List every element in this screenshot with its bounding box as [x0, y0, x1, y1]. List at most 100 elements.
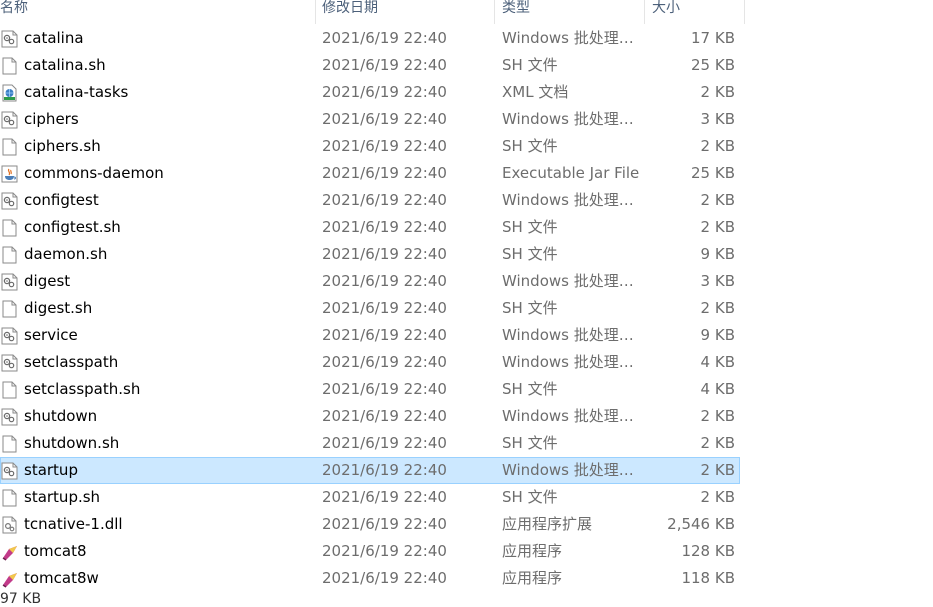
file-name: setclasspath.sh [24, 380, 141, 398]
file-row[interactable]: setclasspath.sh 2021/6/19 22:40 SH 文件 4 KB [0, 376, 740, 403]
file-row[interactable]: digest 2021/6/19 22:40 Windows 批处理… 3 KB [0, 268, 740, 295]
file-type: Windows 批处理… [502, 407, 634, 425]
file-size: 9 KB [700, 326, 735, 344]
file-row[interactable]: catalina-tasks 2021/6/19 22:40 XML 文档 2 KB [0, 79, 740, 106]
column-divider[interactable] [315, 0, 316, 24]
file-row[interactable]: setclasspath 2021/6/19 22:40 Windows 批处理… 4… [0, 349, 740, 376]
file-type: SH 文件 [502, 434, 558, 452]
file-type: XML 文档 [502, 83, 569, 101]
file-name: digest [24, 272, 71, 290]
file-modified-date: 2021/6/19 22:40 [322, 353, 447, 371]
batch-file-icon [1, 30, 18, 48]
file-type: Windows 批处理… [502, 272, 634, 290]
file-size: 2,546 KB [667, 515, 735, 533]
column-header-size[interactable]: 大小 [652, 0, 744, 24]
batch-file-icon [1, 408, 18, 426]
file-row[interactable]: shutdown 2021/6/19 22:40 Windows 批处理… 2 KB [0, 403, 740, 430]
file-row[interactable]: tomcat8 2021/6/19 22:40 应用程序 128 KB [0, 538, 740, 565]
file-size: 4 KB [700, 353, 735, 371]
file-type: Windows 批处理… [502, 29, 634, 47]
file-row[interactable]: catalina.sh 2021/6/19 22:40 SH 文件 25 KB [0, 52, 740, 79]
file-size: 128 KB [681, 542, 735, 560]
file-modified-date: 2021/6/19 22:40 [322, 407, 447, 425]
file-row[interactable]: configtest.sh 2021/6/19 22:40 SH 文件 2 KB [0, 214, 740, 241]
column-divider[interactable] [494, 0, 495, 24]
file-type: 应用程序 [502, 569, 563, 587]
file-name: commons-daemon [24, 164, 164, 182]
file-row[interactable]: ciphers 2021/6/19 22:40 Windows 批处理… 3 KB [0, 106, 740, 133]
file-modified-date: 2021/6/19 22:40 [322, 380, 447, 398]
file-name: shutdown [24, 407, 98, 425]
file-modified-date: 2021/6/19 22:40 [322, 569, 447, 587]
file-name: service [24, 326, 78, 344]
batch-file-icon [1, 111, 18, 129]
file-size: 2 KB [700, 218, 735, 236]
file-modified-date: 2021/6/19 22:40 [322, 515, 447, 533]
file-modified-date: 2021/6/19 22:40 [322, 434, 447, 452]
file-name: configtest [24, 191, 99, 209]
dll-file-icon [1, 516, 18, 534]
batch-file-icon [1, 273, 18, 291]
file-type: Executable Jar File [502, 164, 640, 182]
file-name: tomcat8 [24, 542, 87, 560]
file-type: SH 文件 [502, 488, 558, 506]
blank-file-icon [1, 435, 18, 453]
file-modified-date: 2021/6/19 22:40 [322, 29, 447, 47]
tomcat-app-icon [1, 543, 18, 561]
file-name: catalina [24, 29, 84, 47]
file-modified-date: 2021/6/19 22:40 [322, 326, 447, 344]
file-modified-date: 2021/6/19 22:40 [322, 83, 447, 101]
blank-file-icon [1, 138, 18, 156]
file-type: 应用程序扩展 [502, 515, 593, 533]
file-row[interactable]: digest.sh 2021/6/19 22:40 SH 文件 2 KB [0, 295, 740, 322]
file-row[interactable]: daemon.sh 2021/6/19 22:40 SH 文件 9 KB [0, 241, 740, 268]
batch-file-icon [1, 462, 18, 480]
file-type: SH 文件 [502, 56, 558, 74]
file-row[interactable]: catalina 2021/6/19 22:40 Windows 批处理… 17 KB [0, 25, 740, 52]
file-row[interactable]: service 2021/6/19 22:40 Windows 批处理… 9 KB [0, 322, 740, 349]
column-divider[interactable] [744, 0, 745, 24]
file-row[interactable]: shutdown.sh 2021/6/19 22:40 SH 文件 2 KB [0, 430, 740, 457]
file-row[interactable]: startup 2021/6/19 22:40 Windows 批处理… 2 KB [0, 457, 740, 484]
java-jar-icon [1, 165, 18, 183]
file-name: tcnative-1.dll [24, 515, 123, 533]
file-type: SH 文件 [502, 218, 558, 236]
file-modified-date: 2021/6/19 22:40 [322, 299, 447, 317]
column-header-bar: 名称 修改日期 类型 大小 [0, 0, 745, 24]
file-type: SH 文件 [502, 380, 558, 398]
blank-file-icon [1, 246, 18, 264]
file-modified-date: 2021/6/19 22:40 [322, 272, 447, 290]
file-name: catalina.sh [24, 56, 106, 74]
file-size: 25 KB [691, 56, 735, 74]
file-name: ciphers [24, 110, 79, 128]
file-modified-date: 2021/6/19 22:40 [322, 488, 447, 506]
file-type: SH 文件 [502, 299, 558, 317]
column-header-date[interactable]: 修改日期 [322, 0, 494, 24]
file-modified-date: 2021/6/19 22:40 [322, 461, 447, 479]
column-header-type[interactable]: 类型 [502, 0, 644, 24]
batch-file-icon [1, 354, 18, 372]
file-name: ciphers.sh [24, 137, 101, 155]
file-name: daemon.sh [24, 245, 108, 263]
file-type: SH 文件 [502, 245, 558, 263]
file-name: startup.sh [24, 488, 101, 506]
file-type: 应用程序 [502, 542, 563, 560]
file-row[interactable]: configtest 2021/6/19 22:40 Windows 批处理… 2 K… [0, 187, 740, 214]
file-row[interactable]: commons-daemon 2021/6/19 22:40 Executable … [0, 160, 740, 187]
file-name: tomcat8w [24, 569, 99, 587]
file-row[interactable]: startup.sh 2021/6/19 22:40 SH 文件 2 KB [0, 484, 740, 511]
column-header-name[interactable]: 名称 [0, 0, 315, 24]
file-modified-date: 2021/6/19 22:40 [322, 191, 447, 209]
file-name: shutdown.sh [24, 434, 120, 452]
file-name: digest.sh [24, 299, 93, 317]
file-row[interactable]: tcnative-1.dll 2021/6/19 22:40 应用程序扩展 2,546… [0, 511, 740, 538]
file-row[interactable]: tomcat8w 2021/6/19 22:40 应用程序 118 KB [0, 565, 740, 592]
file-size: 3 KB [700, 272, 735, 290]
column-divider[interactable] [644, 0, 645, 24]
file-type: Windows 批处理… [502, 326, 634, 344]
blank-file-icon [1, 381, 18, 399]
batch-file-icon [1, 327, 18, 345]
batch-file-icon [1, 192, 18, 210]
file-modified-date: 2021/6/19 22:40 [322, 110, 447, 128]
file-row[interactable]: ciphers.sh 2021/6/19 22:40 SH 文件 2 KB [0, 133, 740, 160]
